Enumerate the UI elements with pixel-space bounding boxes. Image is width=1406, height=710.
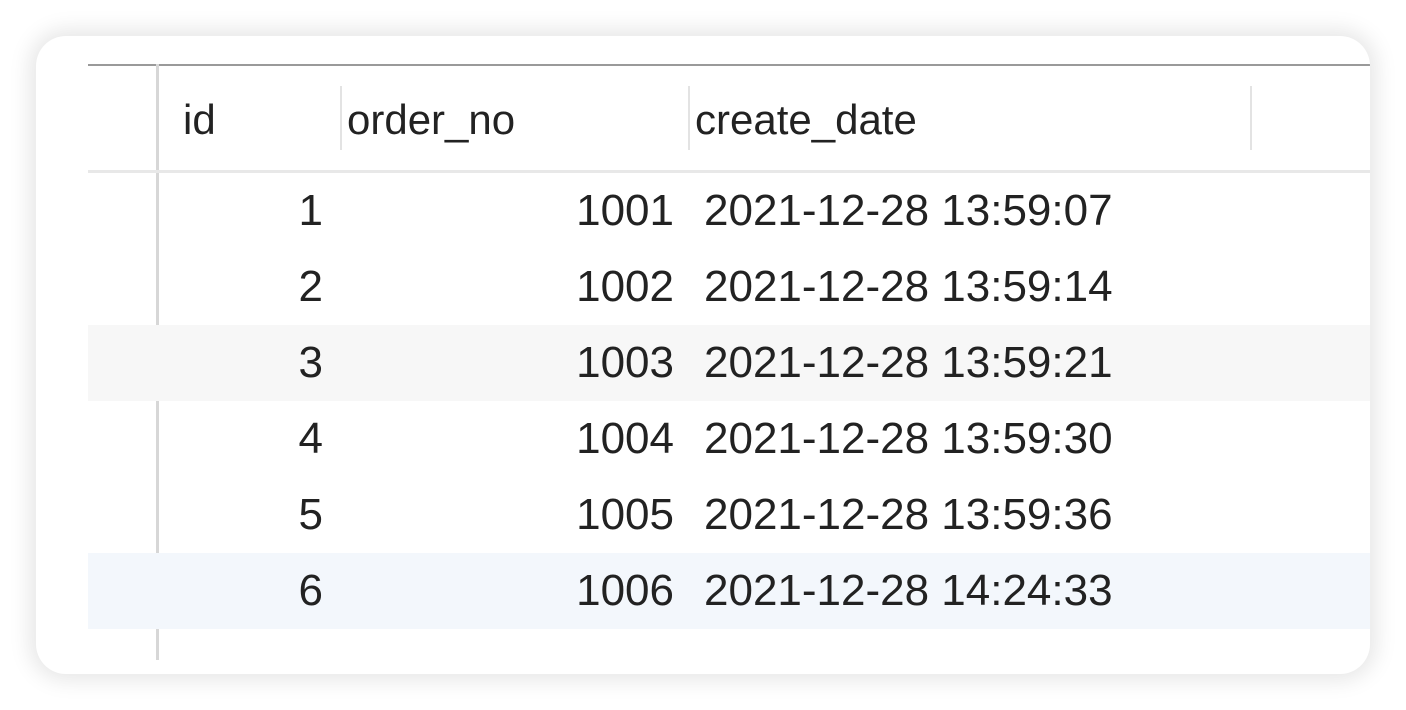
cell-order-no[interactable]: 1004 [576,413,674,465]
cell-create-date[interactable]: 2021-12-28 13:59:14 [704,261,1113,313]
cell-create-date[interactable]: 2021-12-28 13:59:36 [704,489,1113,541]
cell-order-no[interactable]: 1006 [576,565,674,617]
table-body: 1 1001 2021-12-28 13:59:07 2 1002 2021-1… [88,173,1370,629]
cell-id[interactable]: 2 [299,261,323,313]
cell-id[interactable]: 6 [299,565,323,617]
column-header-row: id order_no create_date [88,66,1370,173]
table-row[interactable]: 1 1001 2021-12-28 13:59:07 [88,173,1370,249]
table-row[interactable]: 2 1002 2021-12-28 13:59:14 [88,249,1370,325]
cell-create-date[interactable]: 2021-12-28 13:59:21 [704,337,1113,389]
cell-id[interactable]: 3 [299,337,323,389]
cell-create-date[interactable]: 2021-12-28 13:59:30 [704,413,1113,465]
cell-create-date[interactable]: 2021-12-28 14:24:33 [704,565,1113,617]
cell-id[interactable]: 1 [299,185,323,237]
column-header-create-date[interactable]: create_date [695,94,917,146]
column-header-id[interactable]: id [183,94,216,146]
column-resize-handle[interactable] [340,86,342,150]
cell-id[interactable]: 5 [299,489,323,541]
cell-order-no[interactable]: 1002 [576,261,674,313]
cell-order-no[interactable]: 1005 [576,489,674,541]
column-header-order-no[interactable]: order_no [347,94,515,146]
cell-create-date[interactable]: 2021-12-28 13:59:07 [704,185,1113,237]
table-row[interactable]: 5 1005 2021-12-28 13:59:36 [88,477,1370,553]
results-panel: id order_no create_date 1 1001 2021-12-2… [36,36,1370,674]
table-row[interactable]: 3 1003 2021-12-28 13:59:21 [88,325,1370,401]
table-row[interactable]: 4 1004 2021-12-28 13:59:30 [88,401,1370,477]
column-resize-handle[interactable] [688,86,690,150]
result-grid: id order_no create_date 1 1001 2021-12-2… [88,64,1370,674]
cell-order-no[interactable]: 1001 [576,185,674,237]
table-row-selected[interactable]: 6 1006 2021-12-28 14:24:33 [88,553,1370,629]
cell-order-no[interactable]: 1003 [576,337,674,389]
cell-id[interactable]: 4 [299,413,323,465]
column-resize-handle[interactable] [1250,86,1252,150]
